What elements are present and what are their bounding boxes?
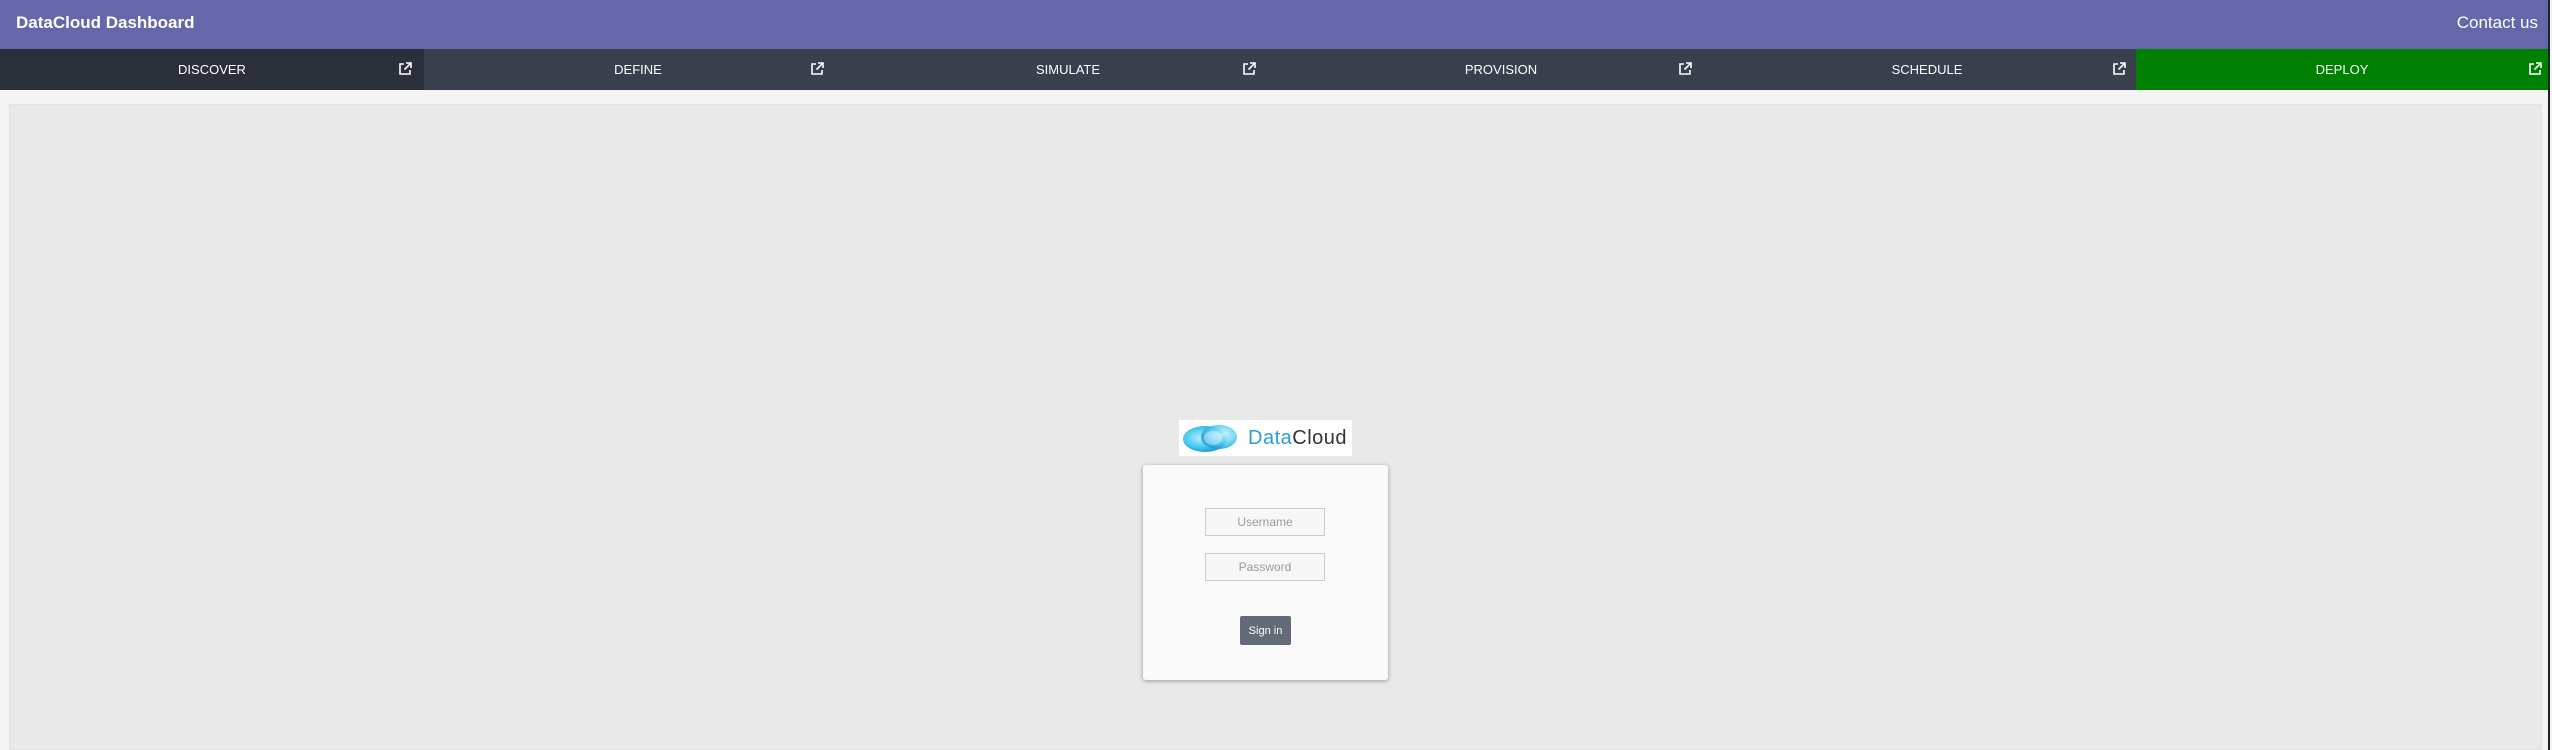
nav-item-label: SCHEDULE <box>1891 62 1963 77</box>
external-link-icon[interactable] <box>2528 62 2542 76</box>
top-header-bar: DataCloud Dashboard Contact us <box>0 0 2548 49</box>
nav-item-schedule[interactable]: SCHEDULE <box>1718 49 2136 90</box>
cloud-logo-icon <box>1183 425 1237 452</box>
external-link-icon[interactable] <box>1242 62 1256 76</box>
login-card: Sign in <box>1143 465 1388 680</box>
datacloud-logo: DataCloud <box>1179 420 1352 456</box>
sign-in-button[interactable]: Sign in <box>1240 616 1291 645</box>
nav-item-label: SIMULATE <box>1035 62 1101 77</box>
external-link-icon[interactable] <box>1678 62 1692 76</box>
external-link-icon[interactable] <box>810 62 824 76</box>
external-link-icon[interactable] <box>398 62 412 76</box>
logo-wordmark: DataCloud <box>1248 427 1348 449</box>
workflow-nav: DISCOVER DEFINE SIMULATE PROVISION SCHED… <box>0 49 2548 90</box>
external-link-icon[interactable] <box>2112 62 2126 76</box>
nav-item-label: DEFINE <box>614 62 662 77</box>
window-edge <box>2548 0 2550 750</box>
nav-item-label: DISCOVER <box>178 62 246 77</box>
nav-item-label: PROVISION <box>1464 62 1538 77</box>
nav-item-label: DEPLOY <box>2315 62 2369 77</box>
password-input[interactable] <box>1205 553 1325 581</box>
nav-item-deploy[interactable]: DEPLOY <box>2136 49 2548 90</box>
app-title: DataCloud Dashboard <box>16 13 195 32</box>
nav-item-define[interactable]: DEFINE <box>424 49 852 90</box>
contact-us-link[interactable]: Contact us <box>2457 0 2538 49</box>
nav-item-discover[interactable]: DISCOVER <box>0 49 424 90</box>
nav-item-simulate[interactable]: SIMULATE <box>852 49 1284 90</box>
username-input[interactable] <box>1205 508 1325 536</box>
nav-item-provision[interactable]: PROVISION <box>1284 49 1718 90</box>
